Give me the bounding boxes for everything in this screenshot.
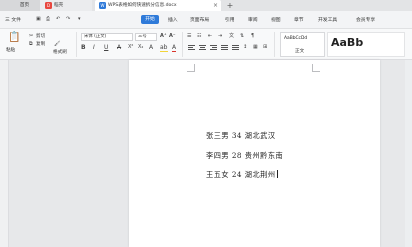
menu-review[interactable]: 审阅 xyxy=(248,16,258,23)
decrease-indent-icon[interactable]: ⇤ xyxy=(208,33,212,40)
style-heading-1[interactable]: AaBb xyxy=(327,32,405,57)
close-tab-icon[interactable]: × xyxy=(213,0,218,11)
increase-indent-icon[interactable]: ⇥ xyxy=(218,33,222,40)
tab-home[interactable]: 首页 xyxy=(0,0,40,11)
justify-icon[interactable] xyxy=(221,45,228,51)
divider xyxy=(76,32,77,57)
menu-references[interactable]: 引用 xyxy=(225,16,235,23)
wps-writer-icon: W xyxy=(99,2,106,9)
increase-font-icon[interactable]: A⁺ xyxy=(160,33,167,40)
format-painter-button[interactable]: 格式刷 xyxy=(53,49,67,55)
font-size-select[interactable]: 三号 xyxy=(135,33,157,41)
text-effect-icon[interactable]: A xyxy=(149,44,153,51)
tab-docer-label: 稻壳 xyxy=(54,3,64,8)
file-menu[interactable]: 三 文件 xyxy=(5,16,21,23)
line-spacing-icon[interactable]: ↕ xyxy=(243,44,247,51)
menu-developer[interactable]: 开发工具 xyxy=(318,16,337,23)
ribbon-toolbar: 📋 粘贴 ✂ 剪切 ⧉ 复制 🖌 格式刷 宋体 (正文) 三号 A⁺ A⁻ B … xyxy=(0,29,412,60)
strikethrough-icon[interactable]: A xyxy=(117,44,121,51)
subscript-icon[interactable]: X₂ xyxy=(138,44,143,51)
style-normal[interactable]: AaBbCcDd 正文 xyxy=(280,32,325,57)
margin-marker xyxy=(187,64,195,72)
cut-button[interactable]: 剪切 xyxy=(36,33,45,39)
print-icon[interactable]: ⎙ xyxy=(46,16,50,23)
align-right-icon[interactable] xyxy=(210,45,217,51)
align-left-icon[interactable] xyxy=(188,45,195,51)
italic-icon[interactable]: I xyxy=(93,44,95,51)
vertical-scrollbar[interactable] xyxy=(405,60,412,247)
distribute-icon[interactable] xyxy=(232,45,239,51)
text-cursor xyxy=(276,170,278,178)
decrease-font-icon[interactable]: A⁻ xyxy=(169,33,176,40)
vertical-ruler[interactable] xyxy=(0,60,9,247)
numbered-list-icon[interactable]: ☷ xyxy=(197,33,201,40)
borders-icon[interactable]: ⊞ xyxy=(263,44,267,51)
shading-icon[interactable]: ▦ xyxy=(253,44,258,51)
docer-icon: D xyxy=(45,2,52,9)
underline-icon[interactable]: U xyxy=(104,44,108,51)
font-color-icon[interactable]: A xyxy=(172,44,177,52)
tab-document[interactable]: W WPS表格如何快速拆分信息.docx × xyxy=(95,0,221,11)
menu-view[interactable]: 视图 xyxy=(271,16,281,23)
sort-icon[interactable]: ⇅ xyxy=(240,33,244,40)
align-center-icon[interactable] xyxy=(199,45,206,51)
document-line[interactable]: 张三男 34 湖北武汉 xyxy=(206,131,276,141)
copy-icon[interactable]: ⧉ xyxy=(29,41,33,48)
show-marks-icon[interactable]: ¶ xyxy=(251,33,254,40)
bold-icon[interactable]: B xyxy=(81,44,86,51)
more-icon[interactable]: ▾ xyxy=(78,16,81,23)
menu-page-layout[interactable]: 页面布局 xyxy=(190,16,209,23)
undo-icon[interactable]: ↶ xyxy=(56,16,60,23)
redo-icon[interactable]: ↷ xyxy=(66,16,70,23)
paste-button[interactable]: 粘贴 xyxy=(6,47,15,53)
menu-member[interactable]: 会员专享 xyxy=(356,16,375,23)
chinese-layout-icon[interactable]: 文 xyxy=(229,33,234,40)
document-line-text: 王五女 24 湖北荆州 xyxy=(206,170,276,179)
style-heading-preview: AaBb xyxy=(331,36,364,49)
style-normal-preview: AaBbCcDd xyxy=(284,36,308,41)
tab-document-label: WPS表格如何快速拆分信息.docx xyxy=(108,3,177,8)
format-painter-icon[interactable]: 🖌 xyxy=(54,41,60,48)
margin-marker xyxy=(312,64,320,72)
new-tab-button[interactable]: + xyxy=(225,0,235,11)
style-normal-label: 正文 xyxy=(295,49,305,54)
document-line[interactable]: 王五女 24 湖北荆州 xyxy=(206,170,278,180)
copy-button[interactable]: 复制 xyxy=(36,41,45,47)
divider xyxy=(182,32,183,57)
menu-insert[interactable]: 插入 xyxy=(168,16,178,23)
document-line[interactable]: 李四男 28 贵州黔东南 xyxy=(206,151,283,161)
divider xyxy=(274,32,275,57)
superscript-icon[interactable]: X² xyxy=(128,44,133,51)
bullet-list-icon[interactable]: ☰ xyxy=(187,33,191,40)
menu-home[interactable]: 开始 xyxy=(141,15,159,24)
save-icon[interactable]: ▣ xyxy=(36,16,41,23)
font-name-select[interactable]: 宋体 (正文) xyxy=(81,33,133,41)
menu-bar: 三 文件 ▣ ⎙ ↶ ↷ ▾ 开始 插入 页面布局 引用 审阅 视图 章节 开发… xyxy=(0,11,412,29)
tab-docer[interactable]: D 稻壳 xyxy=(40,0,92,11)
highlight-icon[interactable]: ab xyxy=(160,44,168,52)
title-bar: 首页 D 稻壳 W WPS表格如何快速拆分信息.docx × + xyxy=(0,0,412,11)
cut-icon[interactable]: ✂ xyxy=(29,33,33,40)
paste-icon[interactable]: 📋 xyxy=(8,32,20,43)
tab-home-label: 首页 xyxy=(19,3,30,8)
menu-section[interactable]: 章节 xyxy=(294,16,304,23)
document-page[interactable]: 张三男 34 湖北武汉 李四男 28 贵州黔东南 王五女 24 湖北荆州 xyxy=(129,60,380,247)
